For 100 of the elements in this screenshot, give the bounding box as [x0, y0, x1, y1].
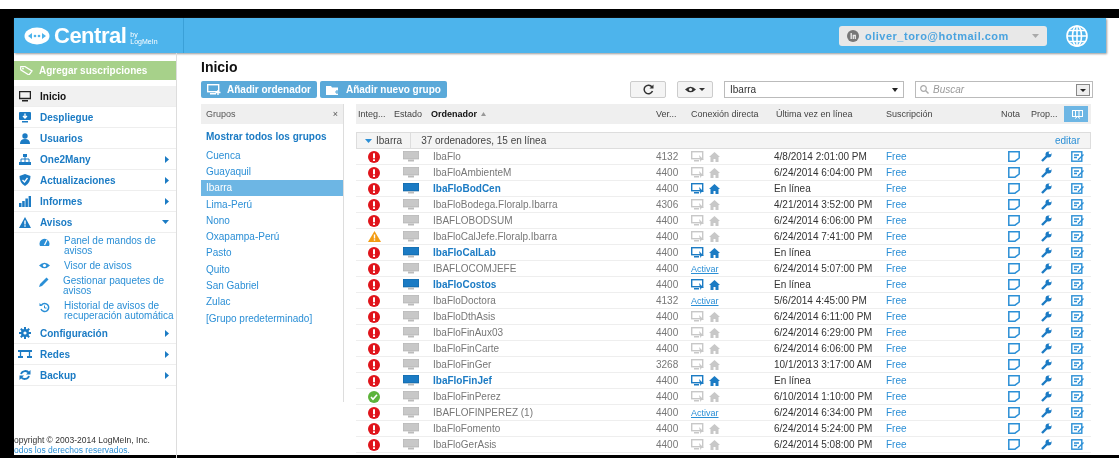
- column-header[interactable]: Última vez en línea: [774, 109, 884, 119]
- home-icon[interactable]: [709, 375, 720, 386]
- wrench-icon[interactable]: [1041, 151, 1052, 162]
- sidebar-item[interactable]: Configuración: [14, 323, 176, 344]
- group-item[interactable]: Zulac: [201, 293, 343, 310]
- home-icon[interactable]: [709, 247, 720, 258]
- subscription-link[interactable]: Free: [884, 407, 907, 418]
- group-item[interactable]: Cuenca: [201, 147, 343, 164]
- refresh-button[interactable]: [630, 81, 666, 98]
- note-icon[interactable]: [1008, 231, 1020, 242]
- subscription-link[interactable]: Free: [884, 391, 907, 402]
- computer-name[interactable]: IBAFLOBODSUM: [429, 215, 513, 226]
- home-icon[interactable]: [709, 279, 720, 290]
- wrench-icon[interactable]: [1041, 263, 1052, 274]
- wrench-icon[interactable]: [1041, 295, 1052, 306]
- edit-icon[interactable]: [1071, 423, 1084, 434]
- edit-icon[interactable]: [1071, 359, 1084, 370]
- note-icon[interactable]: [1008, 439, 1020, 450]
- computer-name[interactable]: IbaFloBodCen: [429, 183, 501, 194]
- table-row[interactable]: IbaFloCalLab 4400 En línea Free: [356, 245, 1091, 261]
- sidebar-subitem[interactable]: Historial de avisos de recuperación automática: [14, 298, 176, 323]
- sidebar-item[interactable]: Inicio: [14, 86, 176, 107]
- group-item[interactable]: Oxapampa-Perú: [201, 228, 343, 245]
- edit-icon[interactable]: [1071, 199, 1084, 210]
- subscription-link[interactable]: Free: [884, 263, 907, 274]
- note-icon[interactable]: [1008, 311, 1020, 322]
- computer-name[interactable]: IbaFloFinJef: [429, 375, 492, 386]
- computer-name[interactable]: IBAFLOFINPEREZ (1): [429, 407, 533, 418]
- table-row[interactable]: IbaFlo 4132 4/8/2014 2:01:00 PM Free: [356, 149, 1091, 165]
- table-row[interactable]: IbaFloFomento 4400 6/24/2014 5:24:00 PM Free: [356, 421, 1091, 437]
- note-icon[interactable]: [1008, 279, 1020, 290]
- columns-button[interactable]: [1064, 106, 1088, 122]
- computer-name[interactable]: IBAFLOCOMJEFE: [429, 263, 517, 274]
- note-icon[interactable]: [1008, 183, 1020, 194]
- table-row[interactable]: IBAFLOFINPEREZ (1) 4400 Activar 6/24/2014 6:34:00 PM Free: [356, 405, 1091, 421]
- wrench-icon[interactable]: [1041, 359, 1052, 370]
- subscription-link[interactable]: Free: [884, 151, 907, 162]
- edit-icon[interactable]: [1071, 231, 1084, 242]
- table-row[interactable]: IBAFLOBODSUM 4400 6/24/2014 6:06:00 PM Free: [356, 213, 1091, 229]
- remote-control-icon[interactable]: [691, 375, 705, 386]
- table-row[interactable]: IbaFloCalJefe.Floralp.Ibarra 4400 6/24/2014 7:41:00 PM Free: [356, 229, 1091, 245]
- edit-icon[interactable]: [1071, 279, 1084, 290]
- column-header[interactable]: Ordenador: [429, 109, 654, 119]
- column-header[interactable]: Prop...: [1029, 109, 1064, 119]
- wrench-icon[interactable]: [1041, 247, 1052, 258]
- edit-icon[interactable]: [1071, 439, 1084, 450]
- table-row[interactable]: IbaFloGerAsis 4400 6/24/2014 5:08:00 PM Free: [356, 437, 1091, 453]
- computer-name[interactable]: IbaFloDoctora: [429, 295, 496, 306]
- note-icon[interactable]: [1008, 407, 1020, 418]
- edit-icon[interactable]: [1071, 391, 1084, 402]
- edit-icon[interactable]: [1071, 215, 1084, 226]
- note-icon[interactable]: [1008, 327, 1020, 338]
- group-item[interactable]: Quito: [201, 261, 343, 278]
- subscription-link[interactable]: Free: [884, 375, 907, 386]
- column-header[interactable]: Nota: [999, 109, 1029, 119]
- note-icon[interactable]: [1008, 295, 1020, 306]
- wrench-icon[interactable]: [1041, 439, 1052, 450]
- column-header[interactable]: Conexión directa: [689, 109, 774, 119]
- wrench-icon[interactable]: [1041, 311, 1052, 322]
- note-icon[interactable]: [1008, 375, 1020, 386]
- view-button[interactable]: [677, 81, 713, 98]
- show-all-groups-link[interactable]: Mostrar todos los grupos: [201, 124, 343, 147]
- group-item[interactable]: Pasto: [201, 244, 343, 262]
- activate-link[interactable]: Activar: [691, 263, 719, 274]
- sidebar-item[interactable]: Usuarios: [14, 128, 176, 149]
- edit-icon[interactable]: [1071, 295, 1084, 306]
- computer-name[interactable]: IbaFloFomento: [429, 423, 501, 434]
- edit-icon[interactable]: [1071, 327, 1084, 338]
- group-item[interactable]: Lima-Perú: [201, 195, 343, 213]
- wrench-icon[interactable]: [1041, 327, 1052, 338]
- sidebar-item[interactable]: Backup: [14, 365, 176, 386]
- note-icon[interactable]: [1008, 247, 1020, 258]
- subscription-link[interactable]: Free: [884, 311, 907, 322]
- computer-name[interactable]: IbaFloFinPerez: [429, 391, 501, 402]
- subscription-link[interactable]: Free: [884, 199, 907, 210]
- sidebar-item[interactable]: Despliegue: [14, 107, 176, 128]
- computer-name[interactable]: IbaFloFinAux03: [429, 327, 504, 338]
- note-icon[interactable]: [1008, 359, 1020, 370]
- search-field[interactable]: Buscar: [915, 81, 1093, 98]
- dropdown-button[interactable]: [1076, 84, 1090, 96]
- table-row[interactable]: IbaFloDoctora 4132 Activar 5/6/2014 4:45:00 PM Free: [356, 293, 1091, 309]
- sidebar-subitem[interactable]: Gestionar paquetes de avisos: [14, 273, 176, 298]
- edit-icon[interactable]: [1071, 183, 1084, 194]
- edit-icon[interactable]: [1071, 167, 1084, 178]
- subscription-link[interactable]: Free: [884, 279, 907, 290]
- table-row[interactable]: IBAFLOCOMJEFE 4400 Activar 6/24/2014 5:07:00 PM Free: [356, 261, 1091, 277]
- wrench-icon[interactable]: [1041, 183, 1052, 194]
- computer-name[interactable]: IbaFloFinGer: [429, 359, 492, 370]
- note-icon[interactable]: [1008, 263, 1020, 274]
- wrench-icon[interactable]: [1041, 279, 1052, 290]
- wrench-icon[interactable]: [1041, 391, 1052, 402]
- column-header[interactable]: Integ...: [356, 109, 392, 119]
- wrench-icon[interactable]: [1041, 343, 1052, 354]
- sidebar-item[interactable]: Informes: [14, 191, 176, 212]
- sidebar-subitem[interactable]: Visor de avisos: [14, 258, 176, 273]
- subscription-link[interactable]: Free: [884, 295, 907, 306]
- edit-icon[interactable]: [1071, 263, 1084, 274]
- wrench-icon[interactable]: [1041, 167, 1052, 178]
- note-icon[interactable]: [1008, 343, 1020, 354]
- home-icon[interactable]: [709, 183, 720, 194]
